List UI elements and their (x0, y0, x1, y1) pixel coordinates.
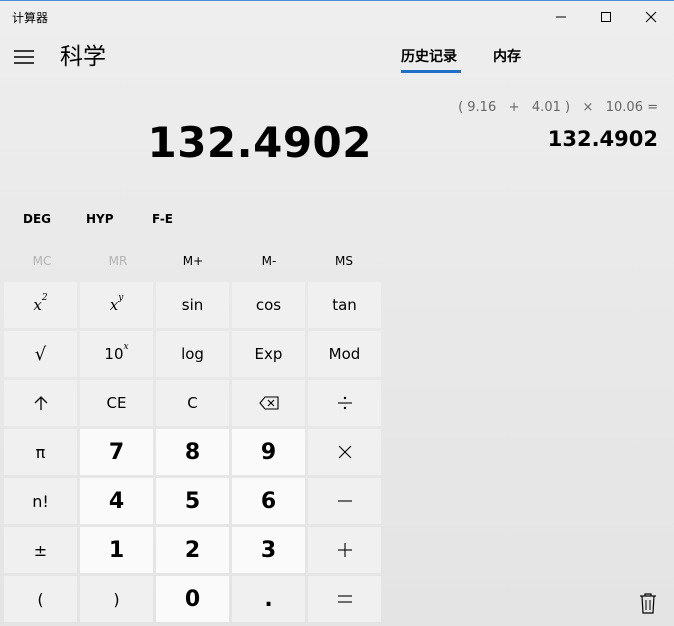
history-result: 132.4902 (547, 127, 658, 151)
ce-button[interactable]: CE (80, 380, 153, 426)
history-item[interactable]: ( 9.16 + 4.01 ) × 10.06 = 132.4902 (458, 97, 658, 155)
m-plus-button[interactable]: M+ (155, 247, 231, 275)
close-icon (645, 11, 657, 23)
title-bar: 计算器 (0, 1, 674, 33)
cos-button[interactable]: cos (232, 282, 305, 328)
digit-7-button[interactable]: 7 (80, 429, 153, 475)
multiply-button[interactable] (308, 429, 381, 475)
tab-memory[interactable]: 内存 (493, 45, 521, 69)
clear-history-button[interactable] (636, 589, 660, 617)
close-button[interactable] (628, 1, 674, 33)
minus-icon (337, 500, 352, 502)
tan-button[interactable]: tan (308, 282, 381, 328)
active-tab-indicator (401, 70, 461, 73)
m-minus-button[interactable]: M- (231, 247, 307, 275)
result-display: 132.4902 (147, 118, 372, 167)
pi-button[interactable]: π (4, 429, 77, 475)
minimize-button[interactable] (538, 1, 584, 33)
ten-power-label: 10x (104, 342, 129, 363)
tab-history[interactable]: 历史记录 (401, 45, 457, 69)
mr-button[interactable]: MR (80, 247, 156, 275)
power-button[interactable]: xy (80, 282, 153, 328)
shift-button[interactable] (4, 380, 77, 426)
divide-icon (337, 396, 352, 410)
deg-button[interactable]: DEG (23, 205, 51, 233)
digit-5-button[interactable]: 5 (156, 478, 229, 524)
memory-row: MC MR M+ M- MS (4, 247, 384, 275)
sqrt-button[interactable]: √ (4, 331, 77, 377)
minimize-icon (556, 16, 566, 18)
fe-button[interactable]: F-E (152, 205, 173, 233)
backspace-button[interactable] (232, 380, 305, 426)
power-label: xy (109, 293, 124, 314)
subtract-button[interactable] (308, 478, 381, 524)
exp-button[interactable]: Exp (232, 331, 305, 377)
digit-4-button[interactable]: 4 (80, 478, 153, 524)
history-expression: ( 9.16 + 4.01 ) × 10.06 = (458, 100, 658, 115)
backspace-icon (258, 396, 279, 410)
digit-3-button[interactable]: 3 (232, 527, 305, 573)
decimal-button[interactable]: . (232, 576, 305, 622)
digit-8-button[interactable]: 8 (156, 429, 229, 475)
digit-9-button[interactable]: 9 (232, 429, 305, 475)
trash-icon (640, 593, 656, 614)
mod-button[interactable]: Mod (308, 331, 381, 377)
mc-button[interactable]: MC (4, 247, 80, 275)
log-button[interactable]: log (156, 331, 229, 377)
maximize-icon (601, 12, 611, 22)
hyp-button[interactable]: HYP (86, 205, 114, 233)
plus-icon (337, 543, 352, 557)
digit-2-button[interactable]: 2 (156, 527, 229, 573)
factorial-button[interactable]: n! (4, 478, 77, 524)
digit-6-button[interactable]: 6 (232, 478, 305, 524)
ten-power-button[interactable]: 10x (80, 331, 153, 377)
app-title: 计算器 (12, 11, 49, 25)
left-paren-button[interactable]: ( (4, 576, 77, 622)
maximize-button[interactable] (583, 1, 629, 33)
square-button[interactable]: x2 (4, 282, 77, 328)
up-arrow-icon (34, 396, 47, 410)
calculator-window: 计算器 科学 历史记录 内存 132.4902 ( 9.16 + 4.01 ) … (0, 0, 674, 626)
square-label: x2 (33, 293, 48, 314)
equals-icon (337, 595, 352, 603)
digit-0-button[interactable]: 0 (156, 576, 229, 622)
right-paren-button[interactable]: ) (80, 576, 153, 622)
menu-button[interactable] (6, 41, 42, 73)
angle-row: DEG HYP F-E (0, 205, 380, 233)
divide-button[interactable] (308, 380, 381, 426)
digit-1-button[interactable]: 1 (80, 527, 153, 573)
equals-button[interactable] (308, 576, 381, 622)
hamburger-icon (14, 50, 34, 64)
multiply-icon (338, 445, 351, 459)
clear-button[interactable]: C (156, 380, 229, 426)
add-button[interactable] (308, 527, 381, 573)
mode-title: 科学 (60, 44, 106, 70)
sin-button[interactable]: sin (156, 282, 229, 328)
negate-button[interactable]: ± (4, 527, 77, 573)
ms-button[interactable]: MS (306, 247, 382, 275)
